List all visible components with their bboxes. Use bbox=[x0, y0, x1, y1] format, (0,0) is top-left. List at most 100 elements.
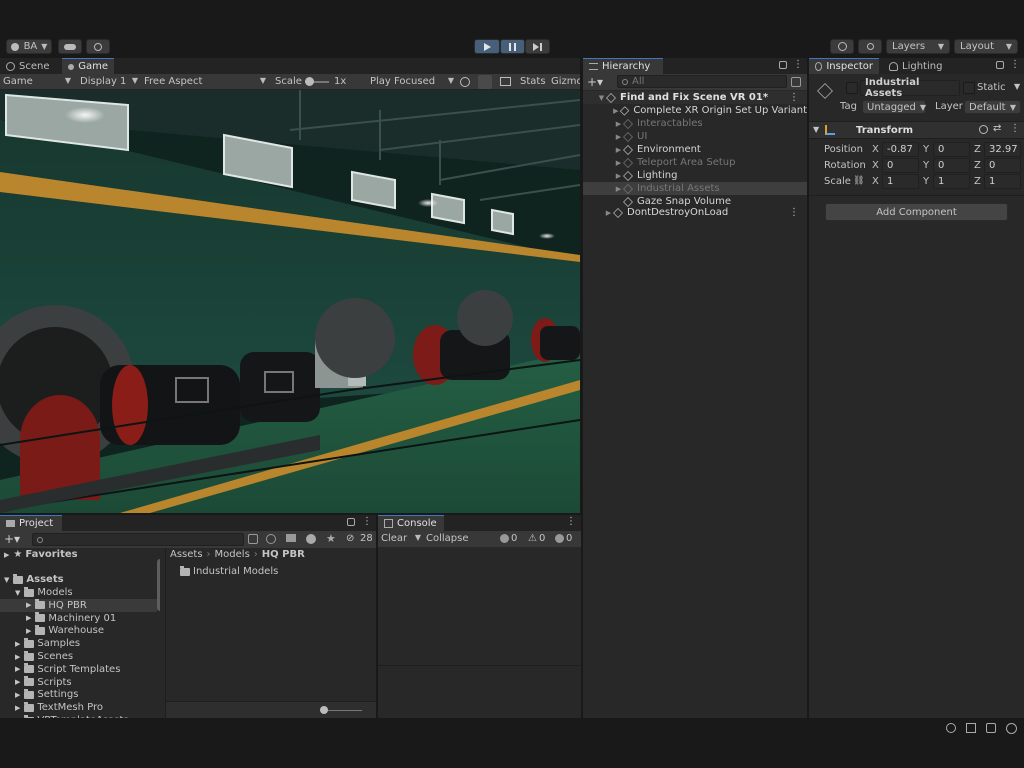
aspect-dropdown[interactable]: Free Aspect ▼ bbox=[144, 76, 266, 88]
project-folder-row[interactable]: ▶ Machinery 01 bbox=[0, 612, 157, 625]
tree-scrollbar[interactable] bbox=[157, 559, 160, 611]
tab-game[interactable]: Game bbox=[62, 58, 114, 74]
expand-arrow-icon[interactable]: ▶ bbox=[15, 640, 20, 648]
layers-icon[interactable] bbox=[966, 723, 976, 733]
play-mode-dropdown[interactable]: Play Focused ▼ bbox=[370, 76, 454, 88]
hierarchy-item[interactable]: ▶ Teleport Area Setup bbox=[583, 156, 807, 169]
project-folder-row[interactable]: ▶ HQ PBR bbox=[0, 598, 157, 612]
expand-arrow-icon[interactable]: ▶ bbox=[26, 614, 31, 622]
expand-arrow-icon[interactable]: ▶ bbox=[26, 627, 31, 635]
collab-button[interactable] bbox=[86, 39, 110, 54]
expand-arrow-icon[interactable]: ▶ bbox=[4, 551, 9, 559]
cloud-button[interactable] bbox=[58, 39, 82, 54]
hierarchy-item[interactable]: ▶ Industrial Assets bbox=[583, 182, 807, 195]
filter-icon[interactable] bbox=[791, 77, 801, 87]
rotation-x-field[interactable]: 0 bbox=[882, 158, 919, 173]
project-folder-row[interactable]: ▼ Models bbox=[0, 586, 157, 599]
add-icon[interactable]: +▾ bbox=[4, 532, 20, 546]
collapse-arrow-icon[interactable]: ▼ bbox=[813, 125, 819, 134]
expand-arrow-icon[interactable]: ▶ bbox=[15, 678, 20, 686]
project-search-input[interactable] bbox=[32, 533, 244, 546]
error-filter[interactable]: 0 bbox=[555, 533, 572, 544]
tag-icon[interactable] bbox=[286, 534, 296, 542]
content-item[interactable]: Industrial Models bbox=[180, 565, 278, 578]
hierarchy-search-input[interactable]: All bbox=[617, 75, 787, 88]
collapse-toggle[interactable]: Collapse bbox=[426, 533, 469, 544]
position-z-field[interactable]: 32.97 bbox=[984, 142, 1021, 157]
scale-x-field[interactable]: 1 bbox=[882, 174, 919, 189]
more-options-icon[interactable]: ⋮ bbox=[1010, 123, 1020, 134]
search-button[interactable] bbox=[858, 39, 882, 54]
hierarchy-item[interactable]: ▶ Interactables bbox=[583, 117, 807, 130]
expand-arrow-icon[interactable]: ▼ bbox=[15, 589, 20, 597]
play-button[interactable] bbox=[474, 39, 500, 54]
breadcrumb-assets[interactable]: Assets bbox=[170, 549, 203, 562]
help-icon[interactable] bbox=[979, 125, 988, 134]
position-x-field[interactable]: -0.87 bbox=[882, 142, 919, 157]
hierarchy-item[interactable]: ▶ Complete XR Origin Set Up Variant bbox=[583, 104, 807, 117]
static-checkbox[interactable] bbox=[963, 82, 975, 94]
rotation-y-field[interactable]: 0 bbox=[933, 158, 970, 173]
history-button[interactable] bbox=[830, 39, 854, 54]
zoom-slider[interactable] bbox=[320, 706, 362, 714]
clear-dropdown[interactable]: Clear ▼ bbox=[381, 533, 421, 545]
game-viewport[interactable] bbox=[0, 90, 580, 513]
game-mode-dropdown[interactable]: Game ▼ bbox=[3, 76, 71, 88]
assets-row[interactable]: ▼ Assets bbox=[4, 573, 64, 586]
hidden-packages-icon[interactable]: ⊘ bbox=[346, 533, 354, 544]
project-folder-row[interactable]: ▶ Settings bbox=[0, 688, 157, 701]
project-folder-row[interactable]: ▶ Scenes bbox=[0, 650, 157, 663]
link-icon[interactable]: ⛓ bbox=[853, 176, 864, 186]
project-folder-row[interactable]: ▶ Samples bbox=[0, 637, 157, 650]
star-icon[interactable]: ★ bbox=[326, 532, 336, 545]
rotation-z-field[interactable]: 0 bbox=[984, 158, 1021, 173]
search-by-label-icon[interactable] bbox=[266, 534, 276, 544]
tab-scene[interactable]: Scene bbox=[0, 58, 60, 74]
transform-header[interactable]: ▼ Transform ⇄ ⋮ bbox=[809, 121, 1024, 139]
expand-arrow-icon[interactable]: ▶ bbox=[15, 704, 20, 712]
hierarchy-item[interactable]: ▶ Lighting bbox=[583, 169, 807, 182]
layer-dropdown[interactable]: Default ▼ bbox=[964, 100, 1021, 114]
account-dropdown[interactable]: BA ▼ bbox=[6, 39, 52, 54]
breadcrumb-hq-pbr[interactable]: HQ PBR bbox=[262, 549, 305, 562]
search-by-type-icon[interactable] bbox=[248, 534, 258, 544]
add-icon[interactable]: +▾ bbox=[587, 75, 603, 89]
console-splitter[interactable] bbox=[378, 665, 581, 666]
add-component-button[interactable]: Add Component bbox=[825, 203, 1008, 221]
hierarchy-ddol-row[interactable]: ▶ DontDestroyOnLoad ⋮ bbox=[583, 206, 807, 219]
project-folder-row[interactable]: ▶ Warehouse bbox=[0, 624, 157, 637]
more-options-icon[interactable]: ⋮ bbox=[789, 207, 799, 218]
tab-hierarchy[interactable]: Hierarchy bbox=[583, 58, 663, 74]
layers-dropdown[interactable]: Layers ▼ bbox=[886, 39, 950, 54]
more-options-icon[interactable]: ⋮ bbox=[1010, 59, 1020, 70]
breadcrumb-models[interactable]: Models bbox=[215, 549, 250, 562]
lock-icon[interactable] bbox=[347, 518, 355, 526]
warning-filter[interactable]: ⚠ 0 bbox=[528, 533, 545, 544]
position-y-field[interactable]: 0 bbox=[933, 142, 970, 157]
pause-button[interactable] bbox=[500, 39, 525, 54]
project-folder-row[interactable]: ▶ Scripts bbox=[0, 676, 157, 689]
zoom-slider-thumb[interactable] bbox=[320, 706, 328, 714]
project-folder-row[interactable]: ▶ TextMesh Pro bbox=[0, 701, 157, 714]
scale-slider-thumb[interactable] bbox=[305, 77, 314, 86]
display-dropdown[interactable]: Display 1 ▼ bbox=[80, 76, 138, 88]
check-icon[interactable] bbox=[1006, 723, 1017, 734]
expand-arrow-icon[interactable]: ▶ bbox=[15, 653, 20, 661]
hierarchy-item[interactable]: ▶ UI bbox=[583, 130, 807, 143]
lock-icon[interactable] bbox=[996, 61, 1004, 69]
more-options-icon[interactable]: ⋮ bbox=[789, 92, 799, 103]
tab-console[interactable]: Console bbox=[378, 515, 444, 531]
more-options-icon[interactable]: ⋮ bbox=[566, 516, 576, 527]
bug-icon[interactable] bbox=[460, 77, 470, 87]
layout-dropdown[interactable]: Layout ▼ bbox=[954, 39, 1018, 54]
gizmos-toggle[interactable]: Gizmo bbox=[551, 76, 580, 87]
scale-z-field[interactable]: 1 bbox=[984, 174, 1021, 189]
active-checkbox[interactable] bbox=[846, 82, 858, 94]
tab-lighting[interactable]: Lighting bbox=[883, 58, 953, 74]
scale-y-field[interactable]: 1 bbox=[933, 174, 970, 189]
lock-icon[interactable] bbox=[779, 61, 787, 69]
progress-icon[interactable] bbox=[986, 723, 996, 733]
project-folder-row[interactable]: ▶ Script Templates bbox=[0, 663, 157, 676]
favorites-row[interactable]: ▶ ★ Favorites bbox=[4, 548, 78, 561]
keyboard-icon[interactable] bbox=[500, 77, 511, 86]
